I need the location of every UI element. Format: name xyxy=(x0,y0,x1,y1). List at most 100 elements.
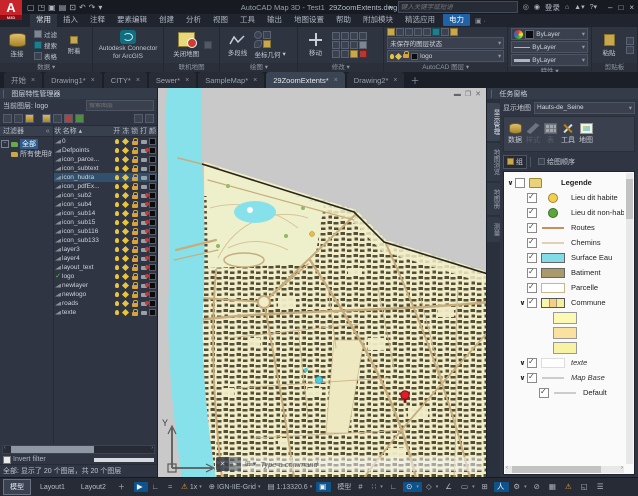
qat-dropdown-icon[interactable]: ▾ xyxy=(98,3,102,12)
redo-icon[interactable]: ↷ xyxy=(89,3,96,12)
layer-on-toggle[interactable] xyxy=(112,256,121,261)
expand-chevron-icon[interactable]: ∨ xyxy=(518,374,527,382)
ribbon-tab[interactable]: 电力 xyxy=(443,13,470,26)
layer-color-cell[interactable] xyxy=(148,264,157,271)
layer-plot-toggle[interactable] xyxy=(139,264,149,270)
layout-tab[interactable]: Layout1 xyxy=(33,481,72,494)
ribbon-tab[interactable]: 插入 xyxy=(57,13,84,27)
layer-on-toggle[interactable] xyxy=(112,139,121,144)
cogo-button[interactable]: 坐标几何 ▾ xyxy=(254,49,285,59)
layer-lock-toggle[interactable] xyxy=(130,209,139,217)
layer-color-cell[interactable] xyxy=(148,192,157,199)
commandline-close-icon[interactable]: ✕ xyxy=(216,457,229,471)
layer-freeze-toggle[interactable] xyxy=(121,173,130,182)
layer-on-toggle[interactable] xyxy=(112,193,121,198)
dwg-close-icon[interactable]: ✕ xyxy=(475,91,481,98)
taskpane-tool-button[interactable]: 地图 xyxy=(579,119,593,149)
layer-lock-icon[interactable] xyxy=(423,28,432,36)
new-drawing-tab-button[interactable]: ＋ xyxy=(406,74,423,88)
layer-freeze-toggle[interactable] xyxy=(121,263,130,272)
layer-row[interactable]: layer3 xyxy=(54,245,157,254)
copy-modify-icon[interactable] xyxy=(341,32,350,40)
pointer-input-icon[interactable]: ▶▾ xyxy=(133,482,148,492)
coordinate-system-selector[interactable]: ⊕ IGN-IIE-Grid ▾ xyxy=(206,482,264,492)
layer-on-toggle[interactable] xyxy=(112,247,121,252)
layer-search-input[interactable] xyxy=(87,102,169,109)
layer-on-toggle[interactable] xyxy=(112,229,121,234)
ribbon-tab[interactable]: 输出 xyxy=(261,13,288,27)
isodraft-icon[interactable]: ◇ ▾ xyxy=(423,482,441,492)
layer-plot-toggle[interactable] xyxy=(139,300,149,306)
ribbon-tab[interactable]: 附加模块 xyxy=(357,13,399,27)
layer-plot-toggle[interactable] xyxy=(139,175,148,180)
layer-freeze-toggle[interactable] xyxy=(121,281,130,290)
legend-row[interactable]: ∨ Commune xyxy=(506,295,624,310)
graph-icon[interactable]: ≈▾ xyxy=(165,482,177,492)
layer-lock-toggle[interactable] xyxy=(130,155,139,163)
legend-row[interactable]: ∨ Lieu dit non-habite xyxy=(506,205,624,220)
layer-prev-icon[interactable] xyxy=(441,28,450,36)
legend-row[interactable]: ∨ Surface Eau xyxy=(506,250,624,265)
groups-button[interactable]: 组 xyxy=(503,154,527,169)
drawing-tab[interactable]: Sewer* × xyxy=(148,72,197,88)
layer-row[interactable]: icon_sub116 xyxy=(54,227,157,236)
layer-plot-toggle[interactable] xyxy=(139,166,148,171)
ribbon-tab[interactable]: 常用 xyxy=(30,13,57,27)
legend-checkbox[interactable] xyxy=(515,177,525,188)
grid-display-icon[interactable]: #▾ xyxy=(355,482,367,492)
layer-color-cell[interactable] xyxy=(148,309,157,316)
layer-plot-toggle[interactable] xyxy=(139,184,148,189)
legend-checkbox[interactable] xyxy=(527,357,537,368)
layer-color-cell[interactable] xyxy=(148,174,157,181)
legend-row[interactable]: ∨ Routes xyxy=(506,220,624,235)
commandline-customize-icon[interactable]: ▸ xyxy=(229,457,241,471)
layer-freeze-toggle[interactable] xyxy=(121,200,130,209)
layer-plot-toggle[interactable] xyxy=(139,147,149,153)
paste-button[interactable]: 粘贴 xyxy=(595,33,623,57)
fillet-icon[interactable] xyxy=(332,50,341,58)
layer-freeze-toggle[interactable] xyxy=(121,182,130,191)
drawing-tab[interactable]: CITY* × xyxy=(103,72,147,88)
layer-on-toggle[interactable] xyxy=(112,265,121,270)
layer-freeze-toggle[interactable] xyxy=(121,272,130,281)
layout-tab[interactable]: Layout2 xyxy=(74,481,113,494)
legend-row[interactable]: ∨ Default xyxy=(506,385,624,400)
move-button[interactable]: 移动 xyxy=(301,33,329,57)
attach-button[interactable]: 附着 xyxy=(60,35,88,55)
table-button[interactable]: 表格 xyxy=(34,51,57,61)
layer-lock-toggle[interactable] xyxy=(130,281,139,289)
copy-clip-icon[interactable] xyxy=(626,36,635,45)
lineweight-dropdown[interactable]: ByLayer ▾ xyxy=(511,54,589,66)
customization-menu-icon[interactable]: ☰▾ xyxy=(594,482,609,492)
security-warning-icon[interactable]: ⚠▾ xyxy=(562,482,577,492)
legend-row[interactable]: ∨ Parcelle xyxy=(506,280,624,295)
layer-row[interactable]: newlayer xyxy=(54,281,157,290)
col-on[interactable]: 开 xyxy=(112,126,121,136)
new-frozen-layer-icon[interactable] xyxy=(53,114,62,123)
layer-plot-toggle[interactable] xyxy=(139,255,149,261)
layer-lock-toggle[interactable] xyxy=(130,308,139,316)
layer-lock-toggle[interactable] xyxy=(130,182,139,190)
legend-row[interactable]: ∨ xyxy=(506,325,624,340)
trim-icon[interactable] xyxy=(350,41,359,49)
user-icon[interactable]: ◉ xyxy=(534,3,540,11)
mirror-icon[interactable] xyxy=(350,32,359,40)
binoculars-search-icon[interactable]: ◎ xyxy=(523,3,529,11)
legend-vscrollbar[interactable] xyxy=(626,173,633,464)
polar-tracking-icon[interactable]: ⊙ ▾ xyxy=(403,482,422,492)
layer-lock-toggle[interactable] xyxy=(130,227,139,235)
tab-close-icon[interactable]: × xyxy=(136,77,140,84)
open-file-icon[interactable]: ◳ xyxy=(38,3,46,12)
layer-on-toggle[interactable] xyxy=(112,157,121,162)
layer-plot-toggle[interactable] xyxy=(139,157,148,162)
filter-pane-scrollbar[interactable] xyxy=(94,457,154,462)
drawing-tab[interactable]: 29ZoomExtents* × xyxy=(266,72,345,88)
legend-checkbox[interactable] xyxy=(527,372,537,383)
help-icon[interactable]: ?▾ xyxy=(590,3,597,11)
tree-collapse-icon[interactable]: − xyxy=(1,140,9,148)
app-store-cart-icon[interactable]: ⌂ xyxy=(565,4,569,11)
filter-all-node[interactable]: − 全部 xyxy=(1,139,52,149)
arc-tool-icon[interactable] xyxy=(254,40,263,48)
layer-color-cell[interactable] xyxy=(148,201,157,208)
layer-plot-toggle[interactable] xyxy=(139,246,149,252)
